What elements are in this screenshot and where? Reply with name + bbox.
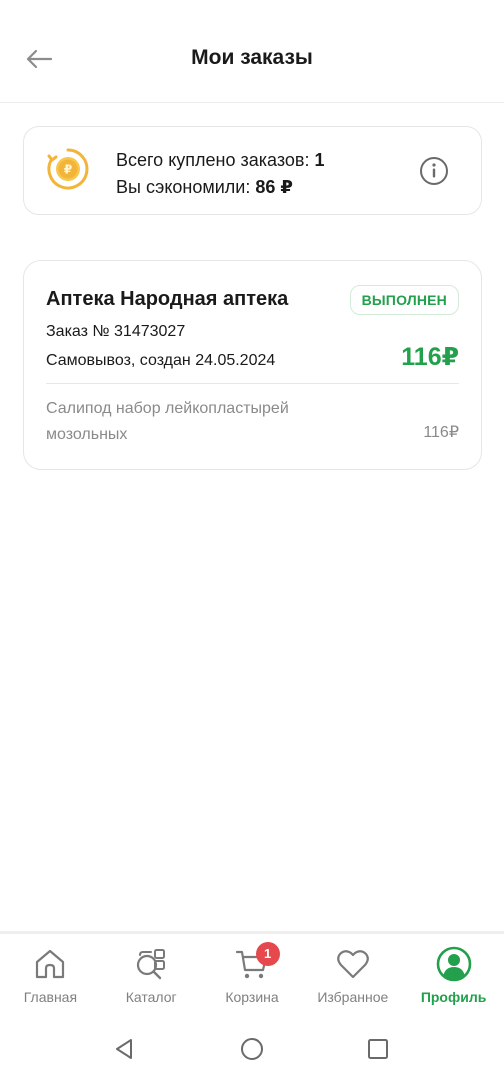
savings-text: Всего куплено заказов: 1 Вы сэкономили: … (116, 147, 325, 201)
order-total: 116₽ (401, 343, 459, 371)
saved-amount-value: 86 ₽ (255, 177, 293, 197)
nav-label-home: Главная (23, 989, 78, 1005)
info-icon[interactable] (419, 156, 449, 186)
orders-count-label: Всего куплено заказов: (116, 150, 310, 170)
circle-home-icon (241, 1038, 263, 1060)
order-item-price: 116₽ (423, 424, 459, 441)
orders-count-value: 1 (314, 150, 325, 170)
triangle-back-icon (116, 1039, 132, 1059)
order-card[interactable]: Аптека Народная аптека ВЫПОЛНЕН Заказ № … (23, 260, 482, 470)
system-navigation-bar (0, 1016, 504, 1080)
nav-item-favorites[interactable]: Избранное (302, 934, 403, 1016)
nav-label-profile: Профиль (420, 989, 487, 1005)
nav-item-catalog[interactable]: Каталог (101, 934, 202, 1016)
catalog-icon (137, 949, 166, 980)
nav-label-favorites: Избранное (317, 989, 389, 1005)
cart-count-badge: 1 (255, 942, 280, 966)
nav-item-profile[interactable]: Профиль (403, 934, 504, 1016)
home-icon (36, 949, 65, 979)
order-delivery-date: Самовывоз, создан 24.05.2024 (46, 352, 276, 369)
heart-icon (336, 950, 369, 979)
profile-icon (436, 946, 471, 982)
nav-item-home[interactable]: Главная (0, 934, 101, 1016)
bottom-navigation: Главная Каталог 1 Корзина Избранное Проф… (0, 931, 504, 1016)
page-title: Мои заказы (191, 46, 313, 69)
system-home-button[interactable] (237, 1034, 267, 1064)
nav-item-cart[interactable]: 1 Корзина (202, 934, 303, 1016)
pharmacy-name: Аптека Народная аптека (46, 288, 289, 310)
nav-label-cart: Корзина (225, 989, 279, 1005)
orders-count-line: Всего куплено заказов: 1 (116, 147, 325, 174)
order-status-badge: ВЫПОЛНЕН (349, 285, 459, 315)
ruble-coin-icon: ₽ (47, 148, 89, 190)
order-item-name: Салипод набор лейкопластырей мозольных (46, 400, 289, 443)
svg-text:₽: ₽ (64, 163, 72, 177)
square-recents-icon (368, 1039, 388, 1059)
order-number: Заказ № 31473027 (46, 323, 186, 340)
app-header: Мои заказы (0, 0, 504, 103)
savings-summary-card: ₽ Всего куплено заказов: 1 Вы сэкономили… (23, 126, 482, 215)
saved-amount-line: Вы сэкономили: 86 ₽ (116, 174, 325, 201)
system-recents-button[interactable] (363, 1034, 393, 1064)
system-back-button[interactable] (109, 1034, 139, 1064)
divider (46, 383, 459, 384)
nav-label-catalog: Каталог (125, 989, 177, 1005)
saved-amount-label: Вы сэкономили: (116, 177, 251, 197)
